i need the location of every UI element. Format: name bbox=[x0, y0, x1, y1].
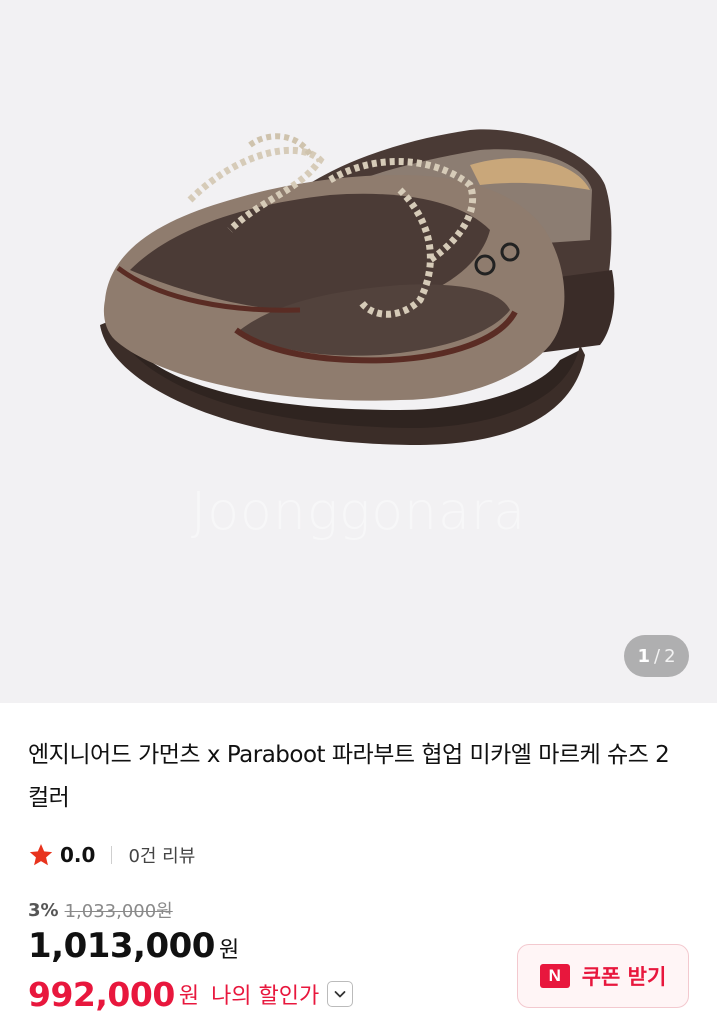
my-price-row: 992,000 원 나의 할인가 bbox=[28, 972, 354, 1016]
my-discount-toggle[interactable] bbox=[327, 981, 354, 1007]
discount-rate: 3% bbox=[28, 899, 59, 921]
coupon-button[interactable]: N 쿠폰 받기 bbox=[517, 944, 689, 1008]
image-pager: 1 / 2 bbox=[624, 635, 689, 677]
naver-n-icon: N bbox=[539, 964, 570, 988]
chevron-down-icon bbox=[334, 991, 346, 998]
my-discount-price-unit: 원 bbox=[178, 984, 200, 1009]
pager-total: 2 bbox=[664, 645, 676, 667]
coupon-label: 쿠폰 받기 bbox=[581, 965, 667, 989]
discount-row: 3% 1,033,000원 bbox=[28, 896, 173, 924]
pager-separator: / bbox=[654, 645, 661, 667]
product-image bbox=[100, 129, 615, 445]
sale-price-unit: 원 bbox=[218, 938, 240, 963]
my-discount-label: 나의 할인가 bbox=[211, 984, 320, 1009]
product-title: 엔지니어드 가먼츠 x Paraboot 파라부트 협업 미카엘 마르케 슈즈 … bbox=[28, 742, 670, 811]
sale-price: 1,013,000 bbox=[28, 926, 215, 966]
my-discount-price: 992,000 bbox=[28, 974, 175, 1014]
review-count[interactable]: 0건 리뷰 bbox=[128, 842, 195, 868]
price-row: 1,013,000 원 bbox=[28, 926, 239, 972]
pager-current: 1 bbox=[637, 645, 650, 667]
rating-value: 0.0 bbox=[60, 843, 96, 867]
product-image-carousel[interactable]: Joonggonara 1 / 2 bbox=[0, 0, 717, 703]
watermark: Joonggonara bbox=[190, 482, 527, 542]
original-price: 1,033,000원 bbox=[64, 901, 173, 922]
rating-row[interactable]: 0.0 0건 리뷰 bbox=[28, 840, 195, 870]
star-icon bbox=[29, 843, 53, 866]
divider bbox=[111, 846, 113, 864]
